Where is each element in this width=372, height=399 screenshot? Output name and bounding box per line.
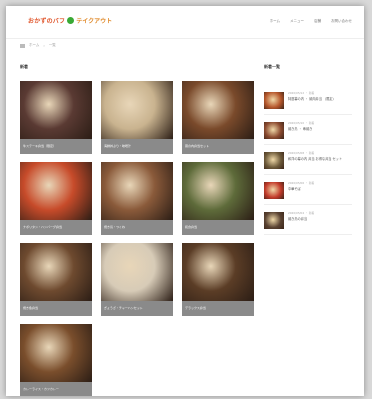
card-caption: ぎょうざ・チャーハンセット	[101, 301, 173, 316]
site-header: おかずのバフ テイクアウト ホーム メニュー 店舗 お問い合わせ	[6, 6, 364, 34]
card-caption: 和食弁当	[182, 220, 254, 235]
menu-card[interactable]: 焼き鳥・つくね	[101, 162, 173, 235]
section-title: 新着	[20, 64, 28, 69]
sidebar-item-title: 焼き鳥 ・ 串焼き	[288, 127, 313, 131]
menu-card[interactable]: ぎょうざ・チャーハンセット	[101, 243, 173, 316]
sidebar-item-meta: 2020/05/08 ・ 新着	[288, 151, 315, 155]
card-caption: 焼き魚弁当	[20, 301, 92, 316]
site-logo[interactable]: おかずのバフ テイクアウト	[28, 16, 112, 25]
card-caption: ナポリタン・ハンバーグ弁当	[20, 220, 92, 235]
card-photo	[101, 243, 173, 301]
sidebar-item-title: 特選幕の内 ・ 焼肉弁当 （限定）	[288, 97, 336, 101]
sidebar-thumb	[264, 122, 284, 139]
card-photo	[182, 81, 254, 139]
card-caption: 幕の内弁当セット	[182, 139, 254, 154]
home-icon[interactable]	[20, 43, 25, 48]
nav-item-contact[interactable]: お問い合わせ	[331, 19, 352, 24]
main-nav: ホーム メニュー 店舗 お問い合わせ	[270, 19, 352, 24]
card-caption: カレーライス・カツカレー	[20, 382, 92, 396]
menu-card[interactable]: 和食弁当	[182, 162, 254, 235]
sidebar-item-meta: 2020/05/06 ・ 新着	[288, 181, 315, 185]
card-caption: デラックス弁当	[182, 301, 254, 316]
logo-leaf-icon	[67, 17, 75, 24]
card-photo	[20, 243, 92, 301]
sidebar-item[interactable]: 2020/05/04 ・ 新着 焼き鳥の弁当	[264, 208, 352, 235]
sidebar-thumb	[264, 92, 284, 109]
card-photo	[20, 81, 92, 139]
breadcrumb-separator: ›	[43, 43, 45, 48]
logo-text: おかずのバフ	[28, 18, 66, 25]
sidebar-item[interactable]: 2020/05/10 ・ 新着 焼き鳥 ・ 串焼き	[264, 118, 352, 145]
sidebar-item-meta: 2020/05/12 ・ 新着	[288, 91, 315, 95]
sidebar-thumb	[264, 182, 284, 199]
logo-text-secondary: テイクアウト	[76, 18, 113, 25]
breadcrumb-item[interactable]: ホーム	[29, 43, 39, 48]
card-photo	[101, 81, 173, 139]
breadcrumb-item: 一覧	[48, 43, 56, 47]
nav-item-shop[interactable]: 店舗	[314, 19, 321, 24]
card-photo	[182, 162, 254, 220]
sidebar-item[interactable]: 2020/05/08 ・ 新着和洋の幕の内 弁当 お得な弁当 セット	[264, 148, 352, 175]
menu-card[interactable]: 焼き魚弁当	[20, 243, 92, 316]
nav-item-menu[interactable]: メニュー	[290, 19, 304, 24]
page: おかずのバフ テイクアウト ホーム メニュー 店舗 お問い合わせ ホーム › 一…	[6, 6, 364, 396]
sidebar-item-title: 和洋の幕の内 弁当 お得な弁当 セット	[288, 157, 343, 161]
card-caption: 焼き鳥・つくね	[101, 220, 173, 235]
menu-card[interactable]: 海鮮丼ぶり・味噌汁	[101, 81, 173, 154]
menu-card[interactable]: 牛ステーキ弁当（限定）	[20, 81, 92, 154]
card-caption: 牛ステーキ弁当（限定）	[20, 139, 92, 154]
sidebar-item[interactable]: 2020/05/06 ・ 新着 中華そば	[264, 178, 352, 205]
menu-card[interactable]: 幕の内弁当セット	[182, 81, 254, 154]
sidebar-item-title: 焼き鳥の弁当	[288, 217, 308, 221]
sidebar-item-title: 中華そば	[288, 187, 301, 191]
sidebar-item-meta: 2020/05/04 ・ 新着	[288, 211, 315, 215]
card-photo	[20, 324, 92, 382]
card-caption: 海鮮丼ぶり・味噌汁	[101, 139, 173, 154]
breadcrumb: ホーム › 一覧	[20, 43, 56, 48]
card-photo	[101, 162, 173, 220]
card-photo	[20, 162, 92, 220]
sidebar-item[interactable]: 2020/05/12 ・ 新着特選幕の内 ・ 焼肉弁当 （限定）	[264, 88, 352, 115]
sidebar-thumb	[264, 212, 284, 229]
menu-card[interactable]: デラックス弁当	[182, 243, 254, 316]
header-divider	[6, 38, 364, 39]
sidebar-title: 新着一覧	[264, 64, 280, 69]
menu-card[interactable]: ナポリタン・ハンバーグ弁当	[20, 162, 92, 235]
menu-card[interactable]: カレーライス・カツカレー	[20, 324, 92, 396]
nav-item-home[interactable]: ホーム	[270, 19, 280, 24]
sidebar-item-meta: 2020/05/10 ・ 新着	[288, 121, 315, 125]
sidebar-thumb	[264, 152, 284, 169]
card-photo	[182, 243, 254, 301]
